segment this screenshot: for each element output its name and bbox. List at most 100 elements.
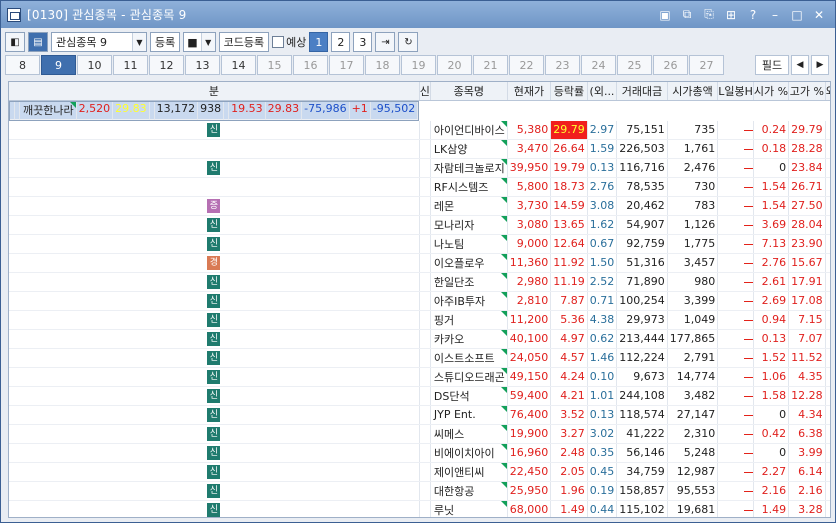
page-button-2[interactable]: 2 — [331, 32, 351, 52]
tab-8[interactable]: 8 — [5, 55, 40, 75]
tab-22[interactable]: 22 — [509, 55, 544, 75]
tab-14[interactable]: 14 — [221, 55, 256, 75]
stock-name[interactable]: 아이언디바이스 — [430, 120, 508, 140]
column-header[interactable]: L일봉H — [717, 82, 754, 101]
table-row[interactable]: RF시스템즈 5,800 18.73 2.76 78,535 730 1.54 … — [9, 177, 830, 197]
stock-name[interactable]: 자람테크놀로지 — [430, 158, 508, 178]
table-row[interactable]: 깨끗한나라 2,520 29.83 13,172 938 19.53 29.83… — [9, 100, 420, 121]
tab-19[interactable]: 19 — [401, 55, 436, 75]
table-row[interactable]: 신 비에이치아이 16,960 2.48 0.35 56,146 5,248 0… — [9, 443, 830, 463]
table-row[interactable]: 신 스튜디오드래곤 49,150 4.24 0.10 9,673 14,774 … — [9, 367, 830, 387]
checkbox-box[interactable] — [272, 36, 285, 48]
grid-icon[interactable]: ⊞ — [721, 6, 741, 24]
group-select[interactable]: 관심종목 9 ▼ — [51, 32, 147, 52]
tab-24[interactable]: 24 — [581, 55, 616, 75]
table-row[interactable]: 신 JYP Ent. 76,400 3.52 0.13 118,574 27,1… — [9, 405, 830, 425]
tab-27[interactable]: 27 — [689, 55, 724, 75]
chevron-left-icon[interactable]: ◀ — [791, 55, 809, 75]
chevron-right-icon[interactable]: ▶ — [811, 55, 829, 75]
table-row[interactable]: 신 자람테크놀로지 39,950 19.79 0.13 116,716 2,47… — [9, 158, 830, 178]
tab-15[interactable]: 15 — [257, 55, 292, 75]
maximize-icon[interactable]: □ — [787, 6, 807, 24]
column-header[interactable]: 거래대금 — [616, 82, 668, 101]
table-row[interactable]: 신 핑거 11,200 5.36 4.38 29,973 1,049 0.94 … — [9, 310, 830, 330]
tab-18[interactable]: 18 — [365, 55, 400, 75]
watchlist-grid[interactable]: 분신종목명현재가등락률(외...거래대금시가총액L일봉H시가 %고가 %외국인순… — [8, 81, 831, 518]
tab-20[interactable]: 20 — [437, 55, 472, 75]
tab-23[interactable]: 23 — [545, 55, 580, 75]
table-row[interactable]: 신 모나리자 3,080 13.65 1.62 54,907 1,126 3.6… — [9, 215, 830, 235]
help-icon[interactable]: ? — [743, 6, 763, 24]
refresh-icon[interactable]: ↻ — [398, 32, 419, 52]
code-register-button[interactable]: 코드등록 — [218, 32, 270, 52]
tab-17[interactable]: 17 — [329, 55, 364, 75]
stock-name[interactable]: LK삼양 — [430, 139, 508, 159]
column-header[interactable]: 고가 % — [788, 82, 826, 101]
tab-10[interactable]: 10 — [77, 55, 112, 75]
stock-name[interactable]: 스튜디오드래곤 — [430, 367, 508, 387]
table-row[interactable]: 경 이오플로우 11,360 11.92 1.50 51,316 3,457 2… — [9, 253, 830, 273]
chevron-down-icon[interactable]: ▼ — [200, 33, 215, 51]
stock-name[interactable]: JYP Ent. — [430, 405, 508, 425]
minimize-icon[interactable]: – — [765, 6, 785, 24]
field-button[interactable]: 필드 — [755, 55, 789, 75]
column-header[interactable]: 신 — [419, 82, 431, 101]
table-row[interactable]: 신 나노팀 9,000 12.64 0.67 92,759 1,775 7.13… — [9, 234, 830, 254]
stock-name[interactable]: 한일단조 — [430, 272, 508, 292]
stock-name[interactable]: 나노팀 — [430, 234, 508, 254]
tab-16[interactable]: 16 — [293, 55, 328, 75]
stock-name[interactable]: 제이앤티씨 — [430, 462, 508, 482]
window-mode-icon[interactable]: ◧ — [5, 32, 25, 52]
table-row[interactable]: 신 루닛 68,000 1.49 0.44 115,102 19,681 1.4… — [9, 500, 830, 517]
stock-name[interactable]: DS단석 — [430, 386, 508, 406]
stock-name[interactable]: 이오플로우 — [430, 253, 508, 273]
table-row[interactable]: 신 한일단조 2,980 11.19 2.52 71,890 980 2.61 … — [9, 272, 830, 292]
layout-icon[interactable]: ▣ — [655, 6, 675, 24]
table-row[interactable]: 신 제이앤티씨 22,450 2.05 0.45 34,759 12,987 2… — [9, 462, 830, 482]
stock-name[interactable]: 레몬 — [430, 196, 508, 216]
tab-9[interactable]: 9 — [41, 55, 76, 75]
chevron-down-icon[interactable]: ▼ — [132, 33, 146, 51]
stock-name[interactable]: 모나리자 — [430, 215, 508, 235]
tab-25[interactable]: 25 — [617, 55, 652, 75]
table-row[interactable]: 신 카카오 40,100 4.97 0.62 213,444 177,865 0… — [9, 329, 830, 349]
stock-name[interactable]: 비에이치아이 — [430, 443, 508, 463]
column-header[interactable]: 현재가 — [507, 82, 552, 101]
column-header[interactable]: 외국인순매... — [825, 82, 830, 101]
list-mode-icon[interactable]: ▤ — [28, 32, 48, 52]
page-button-1[interactable]: 1 — [309, 32, 329, 52]
tab-26[interactable]: 26 — [653, 55, 688, 75]
table-row[interactable]: LK삼양 3,470 26.64 1.59 226,503 1,761 0.18… — [9, 139, 830, 159]
tab-21[interactable]: 21 — [473, 55, 508, 75]
table-row[interactable]: 신 아이언디바이스 5,380 29.79 2.97 75,151 735 0.… — [9, 120, 830, 140]
column-header[interactable]: 등락률 — [550, 82, 588, 101]
stock-name[interactable]: 씨메스 — [430, 424, 508, 444]
column-header[interactable]: 시가 % — [753, 82, 790, 101]
lock-icon[interactable]: ⎘ — [699, 6, 719, 24]
register-button[interactable]: 등록 — [150, 32, 181, 52]
tab-13[interactable]: 13 — [185, 55, 220, 75]
table-row[interactable]: 증 레몬 3,730 14.59 3.08 20,462 783 1.54 27… — [9, 196, 830, 216]
column-header[interactable]: 분 — [9, 82, 420, 101]
table-row[interactable]: 신 대한항공 25,950 1.96 0.19 158,857 95,553 2… — [9, 481, 830, 501]
stock-name[interactable]: 핑거 — [430, 310, 508, 330]
column-header[interactable]: (외... — [587, 82, 618, 101]
tab-11[interactable]: 11 — [113, 55, 148, 75]
stock-name[interactable]: 이스트소프트 — [430, 348, 508, 368]
page-button-3[interactable]: 3 — [353, 32, 373, 52]
link-icon[interactable]: ⧉ — [677, 6, 697, 24]
column-header[interactable]: 시가총액 — [667, 82, 719, 101]
table-row[interactable]: 신 씨메스 19,900 3.27 3.02 41,222 2,310 0.42… — [9, 424, 830, 444]
stock-name[interactable]: 깨끗한나라 — [20, 101, 77, 120]
stock-name[interactable]: 루닛 — [430, 500, 508, 517]
stock-name[interactable]: RF시스템즈 — [430, 177, 508, 197]
table-row[interactable]: 신 아주IB투자 2,810 7.87 0.71 100,254 3,399 2… — [9, 291, 830, 311]
stock-name[interactable]: 카카오 — [430, 329, 508, 349]
close-icon[interactable]: ✕ — [809, 6, 829, 24]
reserve-checkbox[interactable]: 예상 — [272, 34, 306, 50]
tab-12[interactable]: 12 — [149, 55, 184, 75]
stock-name[interactable]: 대한항공 — [430, 481, 508, 501]
export-icon[interactable]: ⇥ — [375, 32, 396, 52]
table-row[interactable]: 신 이스트소프트 24,050 4.57 1.46 112,224 2,791 … — [9, 348, 830, 368]
stock-name[interactable]: 아주IB투자 — [430, 291, 508, 311]
